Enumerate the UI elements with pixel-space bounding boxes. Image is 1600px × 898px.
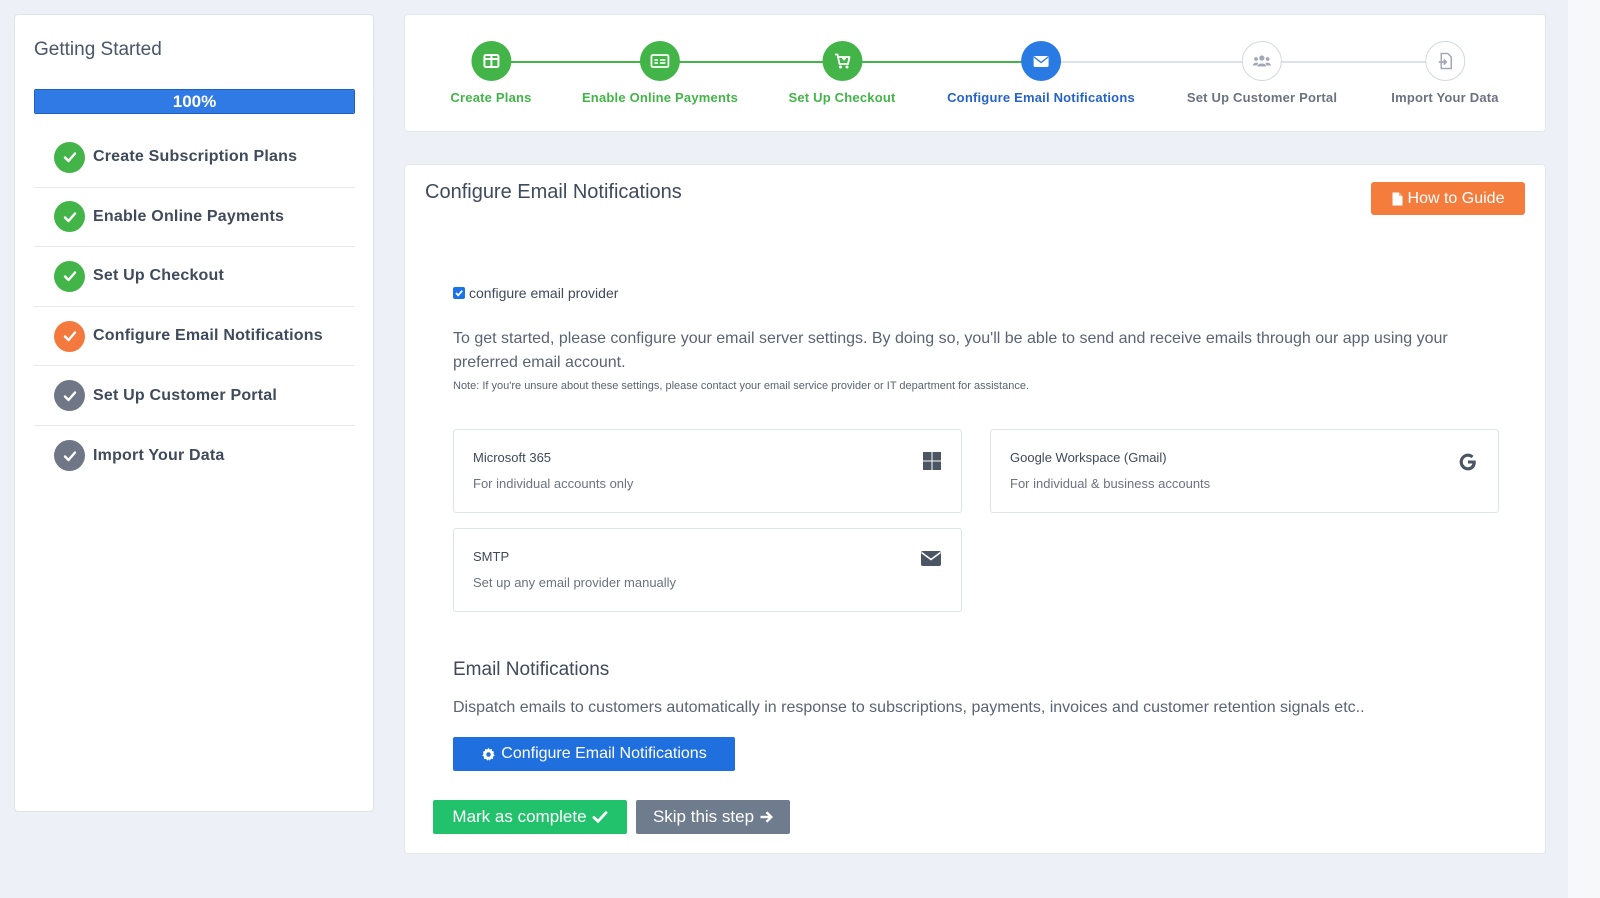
sidebar-item-label: Create Subscription Plans (93, 148, 298, 166)
provider-card-smtp[interactable]: SMTP Set up any email provider manually (453, 528, 962, 612)
check-icon (54, 320, 85, 352)
gear-icon (482, 747, 495, 761)
configure-email-provider-option: configure email provider (453, 285, 618, 301)
progress-label: 100% (172, 92, 217, 111)
provider-name: Microsoft 365 (473, 450, 552, 465)
page-scrollbar[interactable] (1568, 0, 1600, 898)
sidebar-item-label: Enable Online Payments (93, 207, 285, 225)
check-icon (54, 201, 85, 233)
users-icon (1241, 41, 1282, 81)
check-icon (54, 260, 85, 292)
provider-name: SMTP (473, 549, 510, 564)
step-set-up-checkout[interactable]: Set Up Checkout (788, 41, 895, 105)
arrow-right-icon (760, 811, 774, 823)
sidebar-item-set-up-checkout[interactable]: Set Up Checkout (34, 247, 355, 307)
step-label: Enable Online Payments (581, 90, 739, 105)
provider-name: Google Workspace (Gmail) (1010, 450, 1167, 465)
how-to-guide-button[interactable]: How to Guide (1371, 182, 1525, 215)
sidebar-title: Getting Started (34, 39, 162, 60)
sidebar-item-import-your-data[interactable]: Import Your Data (34, 426, 355, 486)
step-label: Set Up Customer Portal (1186, 90, 1338, 105)
email-notifications-heading: Email Notifications (453, 659, 610, 680)
step-create-plans[interactable]: Create Plans (450, 41, 531, 105)
document-icon (1392, 192, 1403, 205)
google-icon (1457, 451, 1479, 478)
step-label: Create Plans (450, 90, 532, 105)
sidebar-item-configure-email-notifications[interactable]: Configure Email Notifications (34, 307, 355, 367)
sidebar-item-label: Configure Email Notifications (93, 327, 323, 345)
intro-text: To get started, please configure your em… (453, 330, 1448, 371)
check-icon (54, 380, 85, 412)
sidebar-item-label: Set Up Checkout (93, 267, 225, 285)
step-import-your-data[interactable]: Import Your Data (1391, 41, 1499, 105)
page-title: Configure Email Notifications (425, 181, 682, 203)
check-icon (54, 440, 85, 472)
note-text: Note: If you're unsure about these setti… (453, 380, 1030, 392)
getting-started-sidebar: Getting Started 100% Create Subscription… (14, 14, 374, 812)
skip-label: Skip this step (652, 807, 755, 826)
envelope-icon (920, 550, 942, 572)
step-enable-online-payments[interactable]: Enable Online Payments (582, 41, 738, 105)
sidebar-item-label: Import Your Data (93, 446, 225, 464)
configure-email-provider-checkbox[interactable] (453, 287, 465, 299)
step-configure-email-notifications[interactable]: Configure Email Notifications (947, 41, 1135, 105)
configure-email-notifications-button[interactable]: Configure Email Notifications (453, 737, 735, 771)
cart-icon (821, 41, 862, 81)
payment-card-icon (640, 41, 680, 81)
skip-this-step-button[interactable]: Skip this step (636, 800, 790, 834)
windows-icon (922, 451, 942, 476)
provider-card-microsoft-365[interactable]: Microsoft 365 For individual accounts on… (453, 429, 962, 513)
step-label: Set Up Checkout (788, 90, 896, 105)
sidebar-item-create-subscription-plans[interactable]: Create Subscription Plans (34, 128, 355, 188)
configure-email-panel: Configure Email Notifications How to Gui… (404, 164, 1546, 854)
mark-as-complete-label: Mark as complete (452, 807, 587, 826)
sidebar-item-label: Set Up Customer Portal (93, 386, 277, 404)
sidebar-item-enable-online-payments[interactable]: Enable Online Payments (34, 188, 355, 248)
provider-description: Set up any email provider manually (473, 575, 677, 590)
how-to-guide-label: How to Guide (1407, 189, 1505, 207)
plans-icon (470, 41, 511, 81)
step-label: Configure Email Notifications (947, 90, 1135, 105)
progress-bar: 100% (34, 89, 355, 114)
checkbox-label: configure email provider (469, 285, 619, 301)
file-import-icon (1425, 41, 1465, 81)
sidebar-item-set-up-customer-portal[interactable]: Set Up Customer Portal (34, 366, 355, 426)
mark-as-complete-button[interactable]: Mark as complete (433, 800, 627, 834)
check-icon (592, 811, 607, 824)
email-notifications-description: Dispatch emails to customers automatical… (453, 699, 1365, 716)
step-label: Import Your Data (1391, 90, 1499, 105)
provider-description: For individual accounts only (473, 476, 634, 491)
envelope-icon (1020, 41, 1061, 81)
provider-description: For individual & business accounts (1010, 476, 1211, 491)
configure-button-label: Configure Email Notifications (501, 745, 707, 762)
sidebar-step-list: Create Subscription Plans Enable Online … (34, 128, 355, 486)
step-set-up-customer-portal[interactable]: Set Up Customer Portal (1187, 41, 1337, 105)
step-progress-header: Create Plans Enable Online Payments Set … (404, 14, 1546, 132)
provider-card-google-workspace[interactable]: Google Workspace (Gmail) For individual … (990, 429, 1499, 513)
check-icon (54, 141, 85, 173)
